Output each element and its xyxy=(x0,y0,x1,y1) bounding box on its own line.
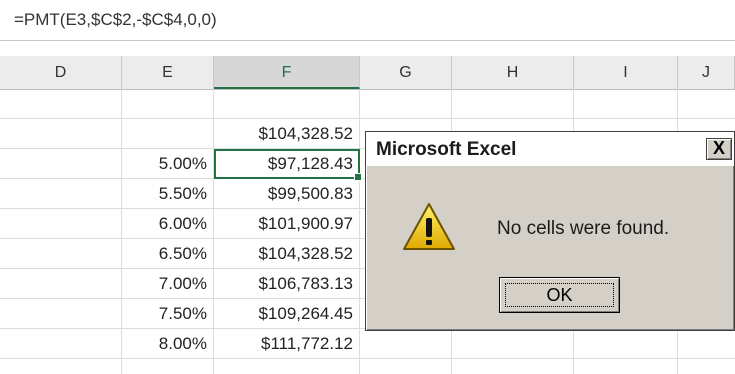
column-header-i[interactable]: I xyxy=(574,56,678,89)
payment-cell[interactable]: $99,500.83 xyxy=(214,179,360,209)
payment-cell[interactable]: $106,783.13 xyxy=(214,269,360,299)
ok-button[interactable]: OK xyxy=(499,277,620,313)
payment-cell[interactable]: $104,328.52 xyxy=(214,239,360,269)
table-row: 8.00% $111,772.12 xyxy=(0,329,735,359)
column-header-e[interactable]: E xyxy=(122,56,214,89)
formula-text[interactable]: =PMT(E3,$C$2,-$C$4,0,0) xyxy=(14,10,217,30)
close-icon: X xyxy=(712,138,725,158)
rate-cell[interactable] xyxy=(122,119,214,149)
fill-handle[interactable] xyxy=(354,173,362,181)
rate-cell[interactable]: 6.00% xyxy=(122,209,214,239)
payment-cell[interactable] xyxy=(214,89,360,119)
message-dialog: Microsoft Excel X No cells were found. O… xyxy=(365,131,735,331)
column-header-f[interactable]: F xyxy=(214,56,360,89)
table-row xyxy=(0,89,735,119)
rate-cell[interactable]: 8.00% xyxy=(122,329,214,359)
rate-cell[interactable] xyxy=(122,89,214,119)
active-cell[interactable]: $97,128.43 xyxy=(214,149,360,179)
dialog-message: No cells were found. xyxy=(497,218,670,239)
dialog-title-bar[interactable]: Microsoft Excel X xyxy=(366,132,734,166)
column-header-d[interactable]: D xyxy=(0,56,122,89)
dialog-title: Microsoft Excel xyxy=(376,139,517,160)
payment-cell[interactable]: $109,264.45 xyxy=(214,299,360,329)
rate-cell[interactable]: 6.50% xyxy=(122,239,214,269)
rate-cell[interactable]: 5.00% xyxy=(122,149,214,179)
payment-cell[interactable]: $104,328.52 xyxy=(214,119,360,149)
rate-cell[interactable]: 7.50% xyxy=(122,299,214,329)
payment-cell[interactable]: $101,900.97 xyxy=(214,209,360,239)
rate-cell[interactable]: 5.50% xyxy=(122,179,214,209)
column-header-j[interactable]: J xyxy=(678,56,735,89)
column-headers: D E F G H I J xyxy=(0,56,735,90)
formula-bar[interactable]: =PMT(E3,$C$2,-$C$4,0,0) xyxy=(0,0,735,41)
ok-button-label: OK xyxy=(505,283,614,307)
payment-cell[interactable]: $111,772.12 xyxy=(214,329,360,359)
warning-icon xyxy=(403,203,455,250)
column-header-h[interactable]: H xyxy=(452,56,574,89)
column-header-g[interactable]: G xyxy=(360,56,452,89)
rate-cell[interactable]: 7.00% xyxy=(122,269,214,299)
close-button[interactable]: X xyxy=(706,138,732,160)
